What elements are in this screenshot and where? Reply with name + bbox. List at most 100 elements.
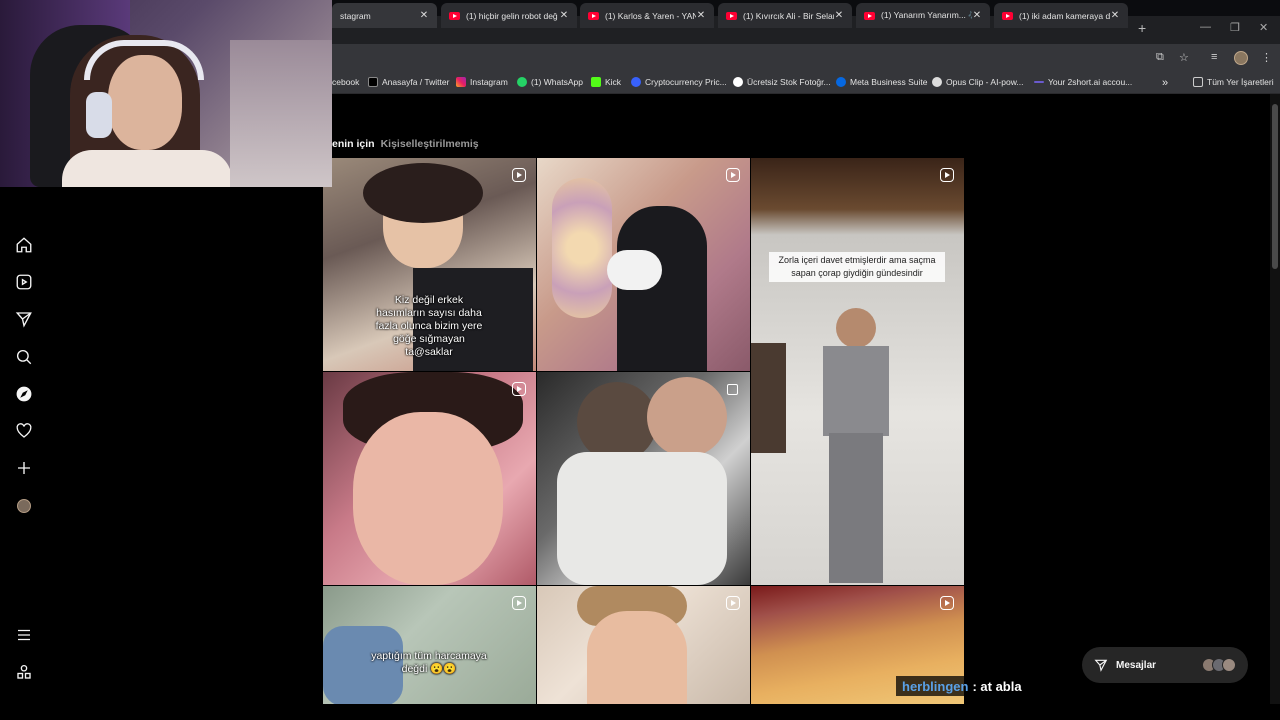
install-icon[interactable]: ⧉ (1156, 51, 1164, 64)
multi-post-icon (727, 384, 738, 395)
reel-icon (940, 596, 954, 610)
tab-label: (1) Yanarım Yanarım... 🎶 (881, 10, 972, 20)
all-bookmarks[interactable]: Tüm Yer İşaretleri (1193, 77, 1274, 87)
close-icon[interactable]: ✕ (834, 10, 844, 21)
minimize-icon[interactable]: — (1200, 21, 1211, 33)
restore-icon[interactable]: ❐ (1230, 21, 1240, 34)
pexels-icon (733, 77, 743, 87)
media-control-icon[interactable]: ≡ (1211, 51, 1217, 63)
bookmark-opus-clip[interactable]: Opus Clip - AI-pow... (932, 77, 1023, 87)
home-icon[interactable] (14, 235, 34, 255)
plus-icon[interactable] (14, 458, 34, 478)
x-icon (368, 77, 378, 87)
reel-icon (512, 168, 526, 182)
chat-username: herblingen (902, 678, 969, 694)
post-tile-1[interactable]: Kiz değil erkek hasımların sayısı daha f… (323, 158, 536, 371)
tab-youtube-3[interactable]: (1) Kıvırcık Ali - Bir Selam ✕ (718, 3, 852, 28)
bookmark-stock-photos[interactable]: Ücretsiz Stok Fotoğr... (733, 77, 831, 87)
close-icon[interactable]: ✕ (972, 10, 982, 21)
close-icon[interactable]: ✕ (1110, 10, 1120, 21)
post-thumbnail-door (751, 343, 786, 453)
bookmark-facebook[interactable]: cebook (332, 77, 359, 87)
post-thumbnail-face (577, 382, 657, 462)
bookmark-label: (1) WhatsApp (531, 77, 583, 87)
close-icon[interactable]: ✕ (559, 10, 569, 21)
close-icon[interactable]: ✕ (696, 10, 706, 21)
explore-icon[interactable] (14, 384, 34, 404)
opus-icon (932, 77, 942, 87)
post-caption: Zorla içeri davet etmişlerdir ama saçma … (769, 252, 945, 282)
youtube-icon (726, 11, 737, 20)
heart-icon[interactable] (14, 421, 34, 441)
post-thumbnail-head (836, 308, 876, 348)
post-thumbnail-jacket (823, 346, 889, 436)
bookmark-label: Anasayfa / Twitter (382, 77, 450, 87)
browser-profile-avatar[interactable] (1234, 51, 1248, 65)
bookmark-label: Opus Clip - AI-pow... (946, 77, 1024, 87)
post-tile-4[interactable] (323, 372, 536, 585)
post-tile-6[interactable]: yaptığım tüm harcamaya değdi 😮😮 (323, 586, 536, 706)
reels-icon[interactable] (14, 272, 34, 292)
tab-instagram[interactable]: stagram ✕ (332, 3, 437, 28)
reel-icon (940, 168, 954, 182)
youtube-icon (449, 11, 460, 20)
page-scrollbar[interactable] (1270, 94, 1280, 704)
reel-icon (512, 596, 526, 610)
tab-not-personalized[interactable]: Kişiselleştirilmemiş (381, 138, 479, 150)
tab-youtube-5[interactable]: (1) iki adam kameraya de ✕ (994, 3, 1128, 28)
apps-icon[interactable] (14, 662, 34, 682)
tab-youtube-1[interactable]: (1) hiçbir gelin robot değ ✕ (441, 3, 577, 28)
2short-icon (1034, 81, 1044, 83)
post-caption: Kiz değil erkek hasımların sayısı daha f… (375, 294, 483, 358)
post-thumbnail-face (353, 412, 503, 585)
bookmark-whatsapp[interactable]: (1) WhatsApp (517, 77, 583, 87)
bookmark-label: cebook (332, 77, 360, 87)
send-icon[interactable] (14, 309, 34, 329)
bookmark-meta[interactable]: Meta Business Suite (836, 77, 927, 87)
meta-icon (836, 77, 846, 87)
bookmark-label: Ücretsiz Stok Fotoğr... (747, 77, 831, 87)
menu-icon[interactable] (14, 625, 34, 645)
post-tile-2[interactable] (537, 158, 750, 371)
profile-icon[interactable] (14, 496, 34, 516)
chat-text: : at abla (972, 678, 1022, 694)
instagram-icon (456, 77, 466, 87)
search-icon[interactable] (14, 347, 34, 367)
scrollbar-thumb[interactable] (1272, 104, 1278, 269)
post-thumbnail-hair (363, 163, 483, 223)
kebab-menu-icon[interactable]: ⋮ (1261, 51, 1272, 64)
webcam-overlay (0, 0, 332, 187)
messages-button[interactable]: Mesajlar (1082, 647, 1248, 683)
reel-icon (726, 596, 740, 610)
kick-icon (591, 77, 601, 87)
tab-label: (1) Karlos & Yaren - YANA (605, 10, 696, 21)
bottom-strip (0, 704, 1280, 720)
bookmark-kick[interactable]: Kick (591, 77, 621, 87)
bookmark-twitter[interactable]: Anasayfa / Twitter (368, 77, 449, 87)
bookmark-label: Your 2short.ai accou... (1048, 77, 1133, 87)
close-icon[interactable]: ✕ (419, 10, 429, 21)
tab-youtube-2[interactable]: (1) Karlos & Yaren - YANA ✕ (580, 3, 714, 28)
tab-youtube-4[interactable]: (1) Yanarım Yanarım... 🎶 ✕ (856, 3, 990, 28)
headphone-cup (86, 92, 112, 138)
bookmark-label: Tüm Yer İşaretleri (1207, 77, 1274, 87)
new-tab-icon[interactable]: + (1138, 20, 1146, 36)
post-thumbnail-robe (557, 452, 727, 585)
post-thumbnail-trousers (829, 433, 883, 583)
stream-chat-message: herblingen: at abla (896, 676, 1028, 696)
post-caption: yaptığım tüm harcamaya değdi 😮😮 (371, 650, 487, 675)
tab-for-you[interactable]: enin için (332, 138, 375, 150)
bookmark-instagram[interactable]: Instagram (456, 77, 508, 87)
star-icon[interactable]: ☆ (1179, 51, 1189, 64)
post-tile-5[interactable] (537, 372, 750, 585)
headphones-icon (84, 40, 204, 80)
post-tile-3[interactable]: Zorla içeri davet etmişlerdir ama saçma … (751, 158, 964, 585)
tab-label: stagram (340, 10, 371, 21)
bookmark-crypto[interactable]: Cryptocurrency Pric... (631, 77, 727, 87)
bookmark-2short[interactable]: Your 2short.ai accou... (1034, 77, 1132, 87)
post-tile-7[interactable] (537, 586, 750, 706)
window-close-icon[interactable]: ✕ (1259, 21, 1268, 34)
bookmark-label: » (1162, 77, 1169, 89)
tab-label: (1) Kıvırcık Ali - Bir Selam (743, 10, 834, 21)
bookmarks-overflow[interactable]: » (1162, 77, 1168, 89)
